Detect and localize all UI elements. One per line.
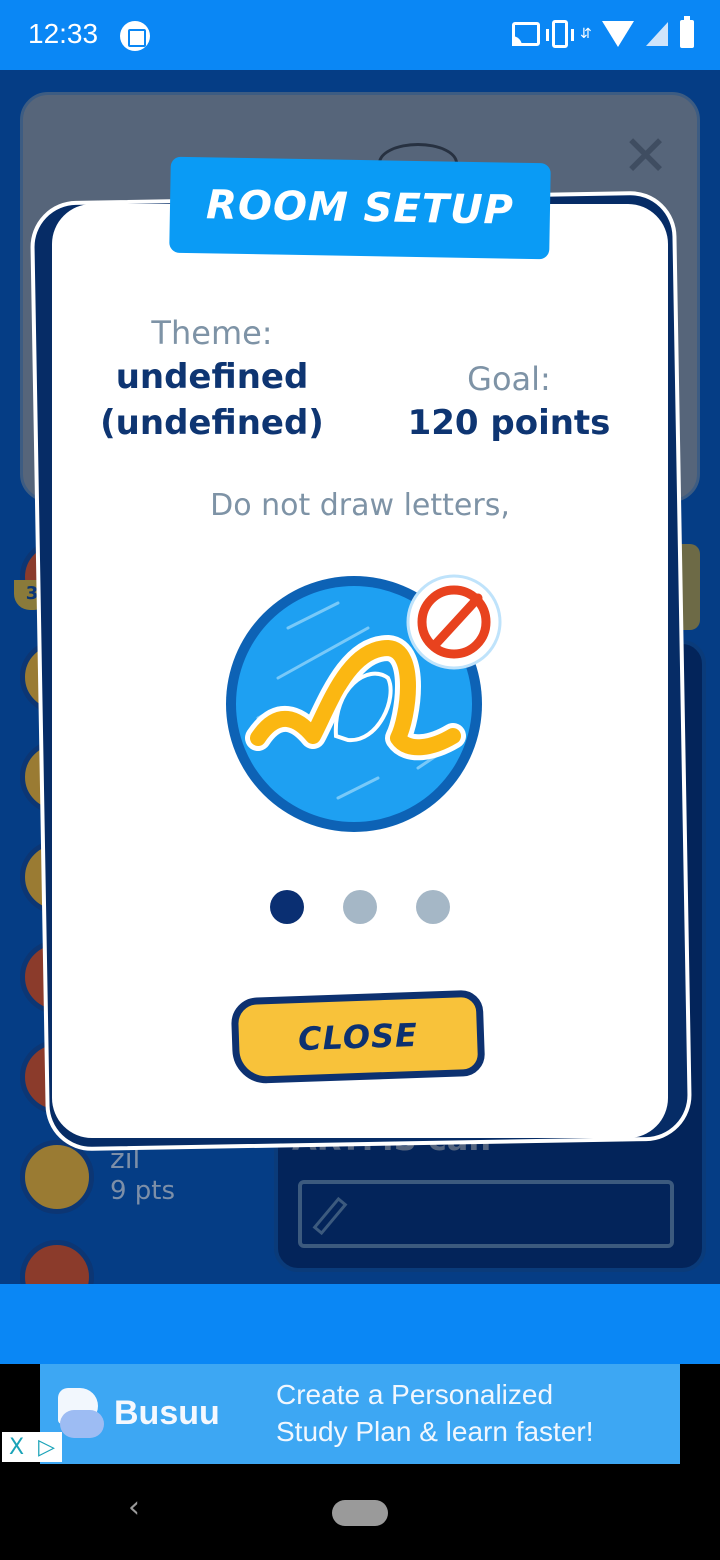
page-dot-1[interactable] <box>270 890 304 924</box>
bottom-bar <box>0 1284 720 1364</box>
player-points: 9 pts <box>110 1176 176 1206</box>
home-pill-icon[interactable] <box>332 1500 388 1526</box>
ad-choices[interactable]: X ▷ <box>2 1432 62 1462</box>
cast-icon <box>512 22 540 46</box>
goal-value: 120 points <box>407 403 611 443</box>
ad-text: Create a Personalized Study Plan & learn… <box>276 1376 594 1450</box>
wifi-icon <box>602 21 634 47</box>
page-dot-3[interactable] <box>416 890 450 924</box>
battery-icon <box>680 16 694 48</box>
ad-brand: Busuu <box>114 1394 220 1432</box>
rule-text: Do not draw letters, <box>210 488 510 523</box>
player-item <box>18 1240 268 1284</box>
avatar <box>20 1240 94 1284</box>
no-letters-icon <box>226 574 502 832</box>
theme-value-sub: (undefined) <box>100 403 324 443</box>
navigation-bar: ‹ <box>0 1464 720 1560</box>
status-bar: 12:33 ⇵ <box>0 0 720 70</box>
ad-close-icon[interactable]: X <box>9 1435 24 1460</box>
signal-icon <box>646 22 668 46</box>
screenshot-edit-icon <box>120 21 150 51</box>
ad-choices-icon[interactable]: ▷ <box>38 1435 55 1460</box>
ad-text-line1: Create a Personalized <box>276 1379 554 1410</box>
theme-label: Theme: <box>151 314 273 352</box>
page-dot-2[interactable] <box>343 890 377 924</box>
status-icons: ⇵ <box>512 16 694 48</box>
back-icon[interactable]: ‹ <box>128 1490 140 1525</box>
vibrate-icon <box>546 20 574 48</box>
ad-banner[interactable]: Busuu Create a Personalized Study Plan &… <box>40 1364 680 1464</box>
data-arrows-icon: ⇵ <box>580 26 592 42</box>
theme-info: Theme: undefined (undefined) <box>90 312 334 446</box>
status-time: 12:33 <box>28 18 99 49</box>
player-item: zil 9 pts <box>18 1140 268 1240</box>
close-button-label: CLOSE <box>297 1015 419 1059</box>
modal-title: ROOM SETUP <box>205 182 515 234</box>
goal-label: Goal: <box>467 360 551 398</box>
close-button[interactable]: CLOSE <box>230 989 486 1085</box>
theme-value: undefined <box>115 357 309 397</box>
pencil-icon <box>312 1196 348 1236</box>
modal-title-tab: ROOM SETUP <box>169 156 551 260</box>
close-icon: ✕ <box>622 124 669 189</box>
ad-text-line2: Study Plan & learn faster! <box>276 1416 594 1447</box>
page-indicator <box>270 890 450 930</box>
avatar <box>20 1140 94 1214</box>
goal-info: Goal: 120 points <box>396 358 622 446</box>
guess-input <box>298 1180 674 1248</box>
busuu-logo-icon <box>58 1388 104 1442</box>
